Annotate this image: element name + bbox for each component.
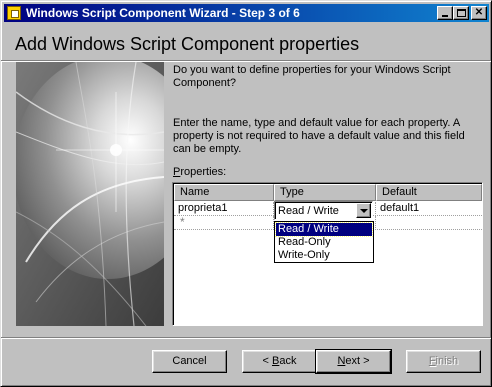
asterisk-icon: *	[174, 216, 274, 230]
new-row-default-cell[interactable]	[376, 216, 482, 230]
close-icon: ✕	[474, 7, 484, 18]
type-combobox-value: Read / Write	[278, 205, 339, 217]
column-header-type[interactable]: Type	[274, 184, 376, 201]
finish-button-rest: inish	[435, 355, 459, 367]
wizard-artwork-graphic	[16, 62, 164, 326]
chevron-down-icon[interactable]	[356, 203, 371, 218]
properties-label-rest: roperties:	[180, 166, 227, 178]
cancel-button[interactable]: Cancel	[152, 350, 227, 373]
minimize-icon	[442, 15, 448, 17]
maximize-button[interactable]	[453, 6, 469, 20]
type-dropdown-list[interactable]: Read / Write Read-Only Write-Only	[274, 221, 374, 263]
next-button[interactable]: Next >	[315, 349, 392, 374]
back-button-symbol: <	[262, 355, 272, 367]
column-header-name[interactable]: Name	[174, 184, 274, 201]
title-bar[interactable]: Windows Script Component Wizard - Step 3…	[4, 4, 489, 22]
finish-button-accel: F	[428, 355, 436, 367]
footer-divider-highlight	[1, 338, 491, 339]
wizard-window: Windows Script Component Wizard - Step 3…	[0, 0, 492, 387]
maximize-icon	[457, 9, 466, 17]
wizard-artwork	[16, 62, 164, 326]
app-icon	[7, 6, 21, 20]
property-default-cell[interactable]: default1	[376, 202, 482, 216]
property-name-cell[interactable]: proprieta1	[174, 202, 274, 216]
back-button-rest: ack	[279, 355, 297, 367]
grid-header: Name Type Default	[174, 184, 482, 201]
next-button-symbol: >	[360, 355, 370, 367]
dropdown-option-read-only[interactable]: Read-Only	[276, 236, 372, 249]
dropdown-option-write-only[interactable]: Write-Only	[276, 249, 372, 262]
column-header-default[interactable]: Default	[376, 184, 482, 201]
page-heading: Add Windows Script Component properties	[15, 34, 360, 54]
intro-text: Do you want to define properties for you…	[173, 64, 451, 89]
back-button[interactable]: < Back	[242, 350, 317, 373]
next-button-rest: ext	[345, 355, 361, 367]
properties-label: Properties:	[173, 166, 226, 178]
type-combobox[interactable]: Read / Write	[274, 201, 373, 220]
finish-button[interactable]: Finish	[406, 350, 481, 373]
minimize-button[interactable]	[437, 6, 453, 20]
close-button[interactable]: ✕	[471, 6, 487, 20]
dropdown-option-read-write[interactable]: Read / Write	[275, 222, 373, 237]
instructions-text: Enter the name, type and default value f…	[173, 117, 465, 155]
window-title: Windows Script Component Wizard - Step 3…	[26, 6, 300, 20]
